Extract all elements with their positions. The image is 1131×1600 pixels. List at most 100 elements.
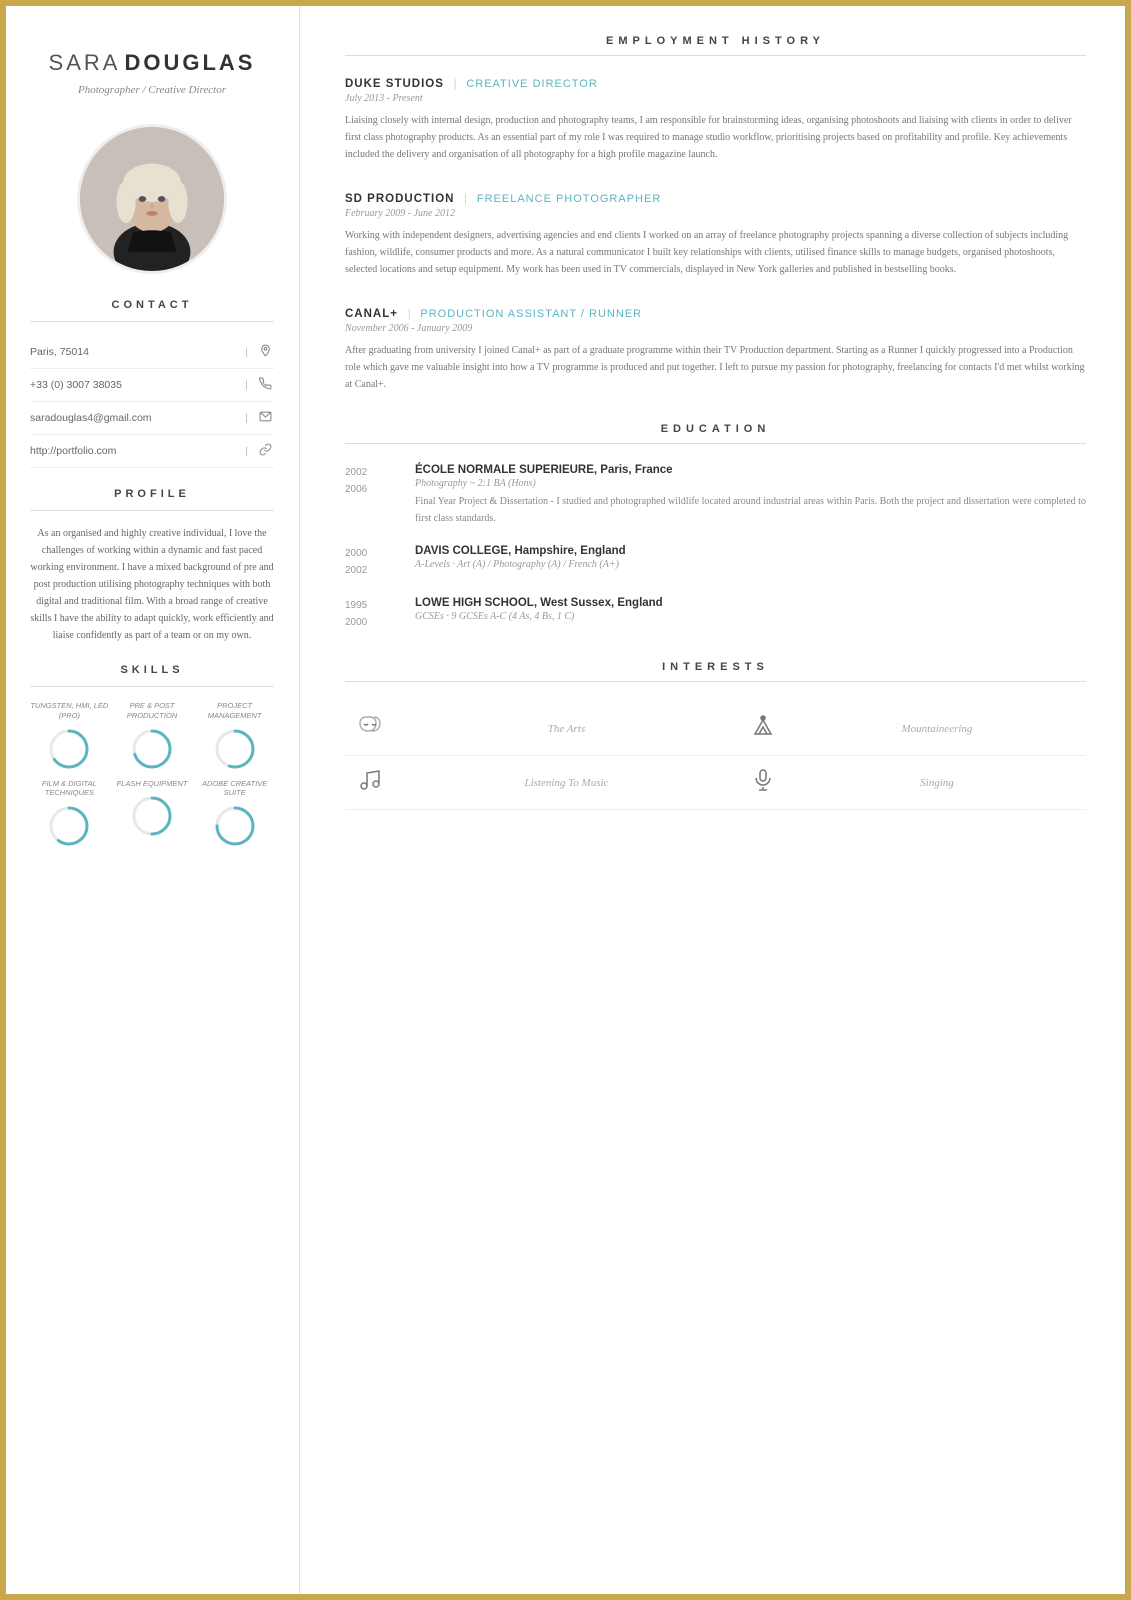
- link-icon: [256, 443, 274, 459]
- education-divider: [345, 443, 1086, 444]
- edu-content-0: ÉCOLE NORMALE SUPERIEURE, Paris, France P…: [415, 464, 1086, 527]
- skill-item-4: FLASH EQUIPMENT: [113, 779, 192, 849]
- skill-circle-5: [213, 804, 257, 848]
- skill-item-5: ADOBE CREATIVE SUITE: [195, 779, 274, 849]
- job-date-2: November 2006 - January 2009: [345, 323, 1086, 334]
- job-block-1: SD PRODUCTION|FREELANCE PHOTOGRAPHER Febr…: [345, 191, 1086, 278]
- contact-phone: +33 (0) 3007 38035 |: [30, 369, 274, 402]
- interest-icon-1: [738, 702, 788, 756]
- interest-row-1: Listening To Music Singing: [345, 756, 1086, 810]
- interest-icon-2: [345, 756, 395, 810]
- edu-years-1: 20002002: [345, 545, 395, 579]
- last-name: DOUGLAS: [124, 50, 255, 75]
- skill-label-0: TUNGSTEN, HMI, LED (PRO): [30, 701, 109, 721]
- job-role-0: CREATIVE DIRECTOR: [466, 78, 598, 90]
- job-company-0: DUKE STUDIOS: [345, 78, 444, 90]
- profile-title: PROFILE: [30, 488, 274, 500]
- skill-item-2: PROJECT MANAGEMENT: [195, 701, 274, 771]
- skill-circle-3: [47, 804, 91, 848]
- profile-section: PROFILE As an organised and highly creat…: [30, 488, 274, 644]
- job-header-1: SD PRODUCTION|FREELANCE PHOTOGRAPHER: [345, 191, 1086, 206]
- contact-address-text: Paris, 75014: [30, 346, 237, 358]
- right-column: EMPLOYMENT HISTORY DUKE STUDIOS|CREATIVE…: [300, 0, 1131, 1600]
- skill-label-3: FILM & DIGITAL TECHNIQUES: [30, 779, 109, 799]
- job-role-2: PRODUCTION ASSISTANT / RUNNER: [420, 308, 642, 320]
- job-date-0: July 2013 - Present: [345, 93, 1086, 104]
- skill-label-2: PROJECT MANAGEMENT: [195, 701, 274, 721]
- edu-years-0: 20022006: [345, 464, 395, 527]
- contact-address: Paris, 75014 |: [30, 336, 274, 369]
- interests-section: INTERESTS The Arts Mountaineering L: [345, 661, 1086, 810]
- interest-text-3: Singing: [788, 756, 1086, 810]
- name-block: SARA DOUGLAS: [49, 50, 256, 76]
- education-section: EDUCATION 20022006ÉCOLE NORMALE SUPERIEU…: [345, 423, 1086, 631]
- skill-label-5: ADOBE CREATIVE SUITE: [195, 779, 274, 799]
- contact-email: saradouglas4@gmail.com |: [30, 402, 274, 435]
- edu-degree-0: Photography ~ 2:1 BA (Hons): [415, 478, 1086, 489]
- profile-text: As an organised and highly creative indi…: [30, 525, 274, 644]
- contact-website-text: http://portfolio.com: [30, 445, 237, 457]
- contact-divider: [30, 321, 274, 322]
- job-block-2: CANAL+|PRODUCTION ASSISTANT / RUNNER Nove…: [345, 306, 1086, 393]
- edu-school-2: LOWE HIGH SCHOOL, West Sussex, England: [415, 597, 1086, 609]
- edu-desc-0: Final Year Project & Dissertation - I st…: [415, 493, 1086, 527]
- interest-text-2: Listening To Music: [395, 756, 738, 810]
- contact-email-text: saradouglas4@gmail.com: [30, 412, 237, 424]
- employment-title: EMPLOYMENT HISTORY: [345, 35, 1086, 47]
- contact-title: CONTACT: [30, 299, 274, 311]
- job-header-2: CANAL+|PRODUCTION ASSISTANT / RUNNER: [345, 306, 1086, 321]
- job-desc-2: After graduating from university I joine…: [345, 342, 1086, 393]
- resume-page: SARA DOUGLAS Photographer / Creative Dir…: [0, 0, 1131, 1600]
- edu-school-0: ÉCOLE NORMALE SUPERIEURE, Paris, France: [415, 464, 1086, 476]
- job-header-0: DUKE STUDIOS|CREATIVE DIRECTOR: [345, 76, 1086, 91]
- edu-degree-2: GCSEs · 9 GCSEs A-C (4 As, 4 Bs, 1 C): [415, 611, 1086, 622]
- interest-text-0: The Arts: [395, 702, 738, 756]
- skill-circle-1: [130, 727, 174, 771]
- profile-photo: [77, 124, 227, 274]
- edu-degree-1: A-Levels · Art (A) / Photography (A) / F…: [415, 559, 1086, 570]
- jobs-container: DUKE STUDIOS|CREATIVE DIRECTOR July 2013 …: [345, 76, 1086, 393]
- skills-divider: [30, 686, 274, 687]
- contact-phone-text: +33 (0) 3007 38035: [30, 379, 237, 391]
- job-title: Photographer / Creative Director: [78, 84, 226, 96]
- profile-divider: [30, 510, 274, 511]
- email-icon: [256, 410, 274, 426]
- employment-section: EMPLOYMENT HISTORY DUKE STUDIOS|CREATIVE…: [345, 35, 1086, 393]
- skill-item-1: PRE & POST PRODUCTION: [113, 701, 192, 771]
- interests-table: The Arts Mountaineering Listening To Mus…: [345, 702, 1086, 810]
- contact-section: CONTACT Paris, 75014 | +33 (0) 3007 3803…: [30, 299, 274, 468]
- job-company-1: SD PRODUCTION: [345, 193, 454, 205]
- skills-section: SKILLS TUNGSTEN, HMI, LED (PRO)PRE & POS…: [30, 664, 274, 848]
- education-container: 20022006 ÉCOLE NORMALE SUPERIEURE, Paris,…: [345, 464, 1086, 631]
- job-date-1: February 2009 - June 2012: [345, 208, 1086, 219]
- interest-row-0: The Arts Mountaineering: [345, 702, 1086, 756]
- employment-divider: [345, 55, 1086, 56]
- first-name: SARA: [49, 50, 121, 75]
- skill-item-3: FILM & DIGITAL TECHNIQUES: [30, 779, 109, 849]
- edu-content-2: LOWE HIGH SCHOOL, West Sussex, England GC…: [415, 597, 1086, 631]
- interest-icon-0: [345, 702, 395, 756]
- skill-circle-0: [47, 727, 91, 771]
- contact-website: http://portfolio.com |: [30, 435, 274, 468]
- job-role-1: FREELANCE PHOTOGRAPHER: [477, 193, 661, 205]
- interests-divider: [345, 681, 1086, 682]
- skill-label-1: PRE & POST PRODUCTION: [113, 701, 192, 721]
- edu-school-1: DAVIS COLLEGE, Hampshire, England: [415, 545, 1086, 557]
- skills-grid: TUNGSTEN, HMI, LED (PRO)PRE & POST PRODU…: [30, 701, 274, 848]
- interest-text-1: Mountaineering: [788, 702, 1086, 756]
- job-company-2: CANAL+: [345, 308, 398, 320]
- job-desc-0: Liaising closely with internal design, p…: [345, 112, 1086, 163]
- skill-label-4: FLASH EQUIPMENT: [117, 779, 188, 789]
- interest-icon-3: [738, 756, 788, 810]
- edu-row-2: 19952000 LOWE HIGH SCHOOL, West Sussex, E…: [345, 597, 1086, 631]
- edu-years-2: 19952000: [345, 597, 395, 631]
- edu-row-1: 20002002 DAVIS COLLEGE, Hampshire, Englan…: [345, 545, 1086, 579]
- skills-title: SKILLS: [30, 664, 274, 676]
- edu-row-0: 20022006 ÉCOLE NORMALE SUPERIEURE, Paris,…: [345, 464, 1086, 527]
- skill-circle-4: [130, 794, 174, 838]
- location-icon: [256, 344, 274, 360]
- skill-item-0: TUNGSTEN, HMI, LED (PRO): [30, 701, 109, 771]
- left-column: SARA DOUGLAS Photographer / Creative Dir…: [0, 0, 300, 1600]
- skill-circle-2: [213, 727, 257, 771]
- job-desc-1: Working with independent designers, adve…: [345, 227, 1086, 278]
